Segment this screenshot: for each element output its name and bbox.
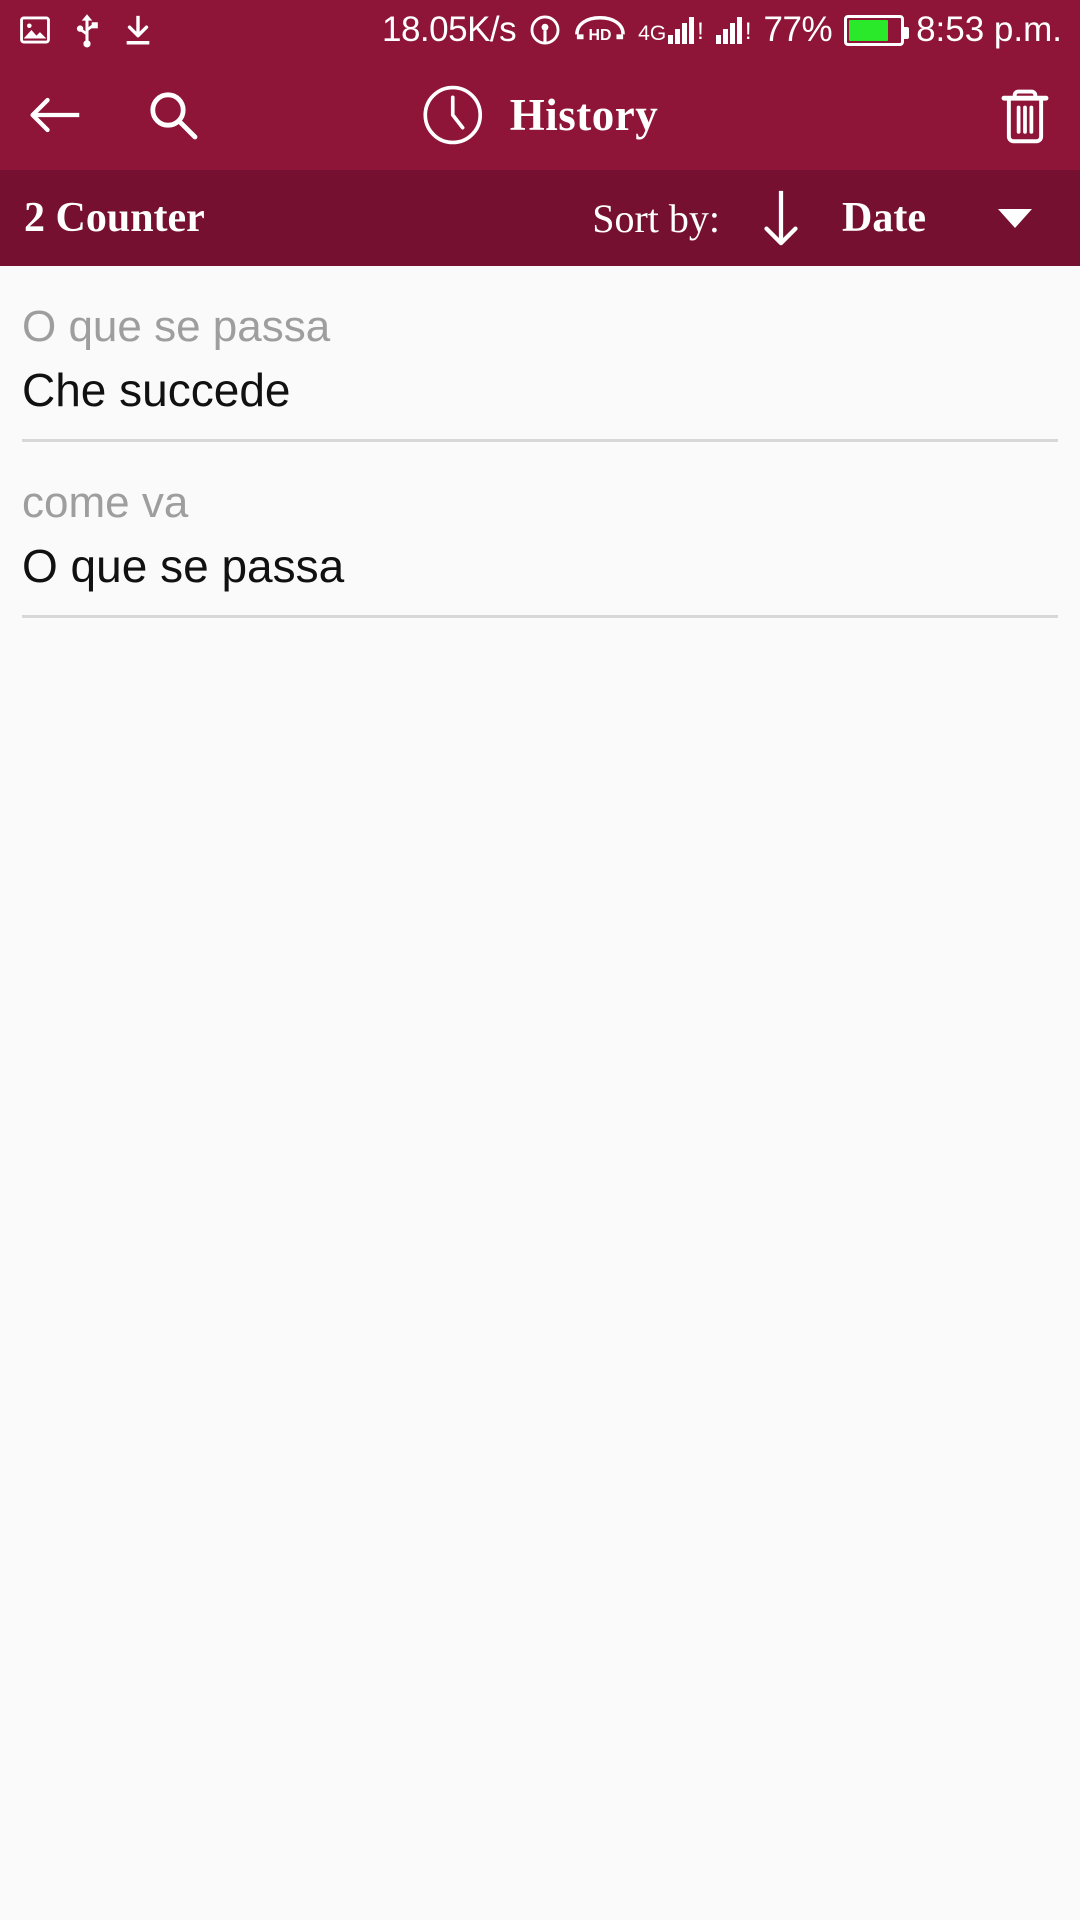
history-translation-text: O que se passa	[22, 539, 345, 592]
trash-icon[interactable]	[994, 84, 1056, 146]
sort-value-label[interactable]: Date	[842, 194, 926, 242]
signal-indicator-sim1: 4G !	[638, 16, 704, 44]
history-translation-text: Che succede	[22, 364, 291, 417]
battery-fill	[849, 19, 888, 41]
app-bar-left-actions	[24, 84, 204, 146]
back-arrow-icon[interactable]	[24, 84, 86, 146]
svg-text:HD: HD	[589, 27, 612, 44]
clock-icon	[422, 84, 484, 146]
page-title: History	[509, 90, 659, 140]
counter-label: 2 Counter	[24, 195, 205, 241]
download-icon	[122, 13, 154, 47]
battery-icon	[844, 14, 910, 46]
network-speed-label: 18.05K/s	[382, 10, 517, 49]
app-bar-title-group: History	[422, 84, 658, 146]
signal-indicator-sim2: !	[715, 16, 752, 45]
list-divider	[22, 438, 1058, 442]
history-source-text: O que se passa	[22, 302, 331, 351]
status-bar: 18.05K/s HD 4G ! ! 77% 8:53 p.m.	[0, 0, 1080, 60]
hotspot-icon	[528, 13, 562, 47]
volte-hd-icon: HD	[574, 14, 626, 46]
history-source-text: come va	[22, 477, 189, 527]
image-icon	[18, 13, 52, 47]
signal-bars-sim2	[715, 16, 742, 44]
clock-label: 8:53 p.m.	[916, 10, 1062, 49]
arrow-down-icon[interactable]	[750, 187, 812, 249]
network-type-label: 4G	[638, 22, 667, 45]
sort-control[interactable]: Sort by: Date	[592, 187, 1056, 249]
status-bar-right-indicators: 18.05K/s HD 4G ! ! 77% 8:53 p.m.	[382, 10, 1062, 50]
battery-percent-label: 77%	[763, 10, 833, 49]
list-item[interactable]: come va O que se passa	[0, 474, 1080, 615]
app-bar-right-actions	[994, 84, 1056, 146]
signal-bars-sim1	[668, 16, 695, 44]
usb-icon	[72, 12, 102, 48]
app-bar: History	[0, 60, 1080, 170]
sort-by-label: Sort by:	[592, 195, 721, 241]
caret-down-icon[interactable]	[998, 208, 1032, 228]
list-divider	[22, 614, 1058, 618]
sort-bar: 2 Counter Sort by: Date	[0, 170, 1080, 266]
status-bar-left-icons	[18, 12, 154, 48]
list-item[interactable]: O que se passa Che succede	[0, 298, 1080, 439]
history-list: O que se passa Che succede come va O que…	[0, 266, 1080, 618]
signal-alert-sim1: !	[697, 18, 704, 45]
search-icon[interactable]	[142, 84, 204, 146]
signal-alert-sim2: !	[744, 18, 752, 45]
